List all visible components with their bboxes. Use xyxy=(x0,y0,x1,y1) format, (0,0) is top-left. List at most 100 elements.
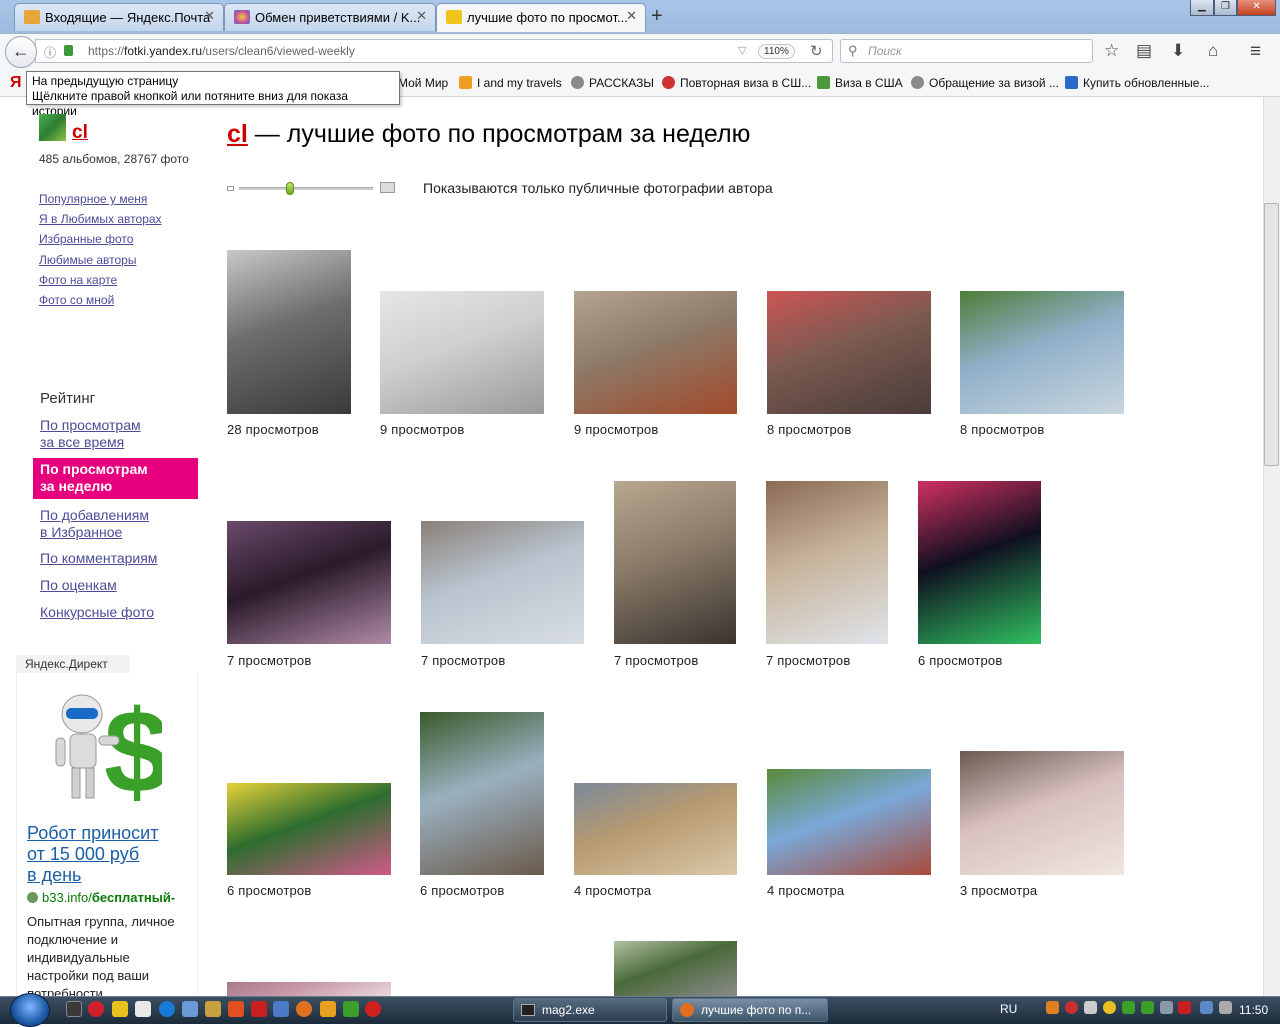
zoom-indicator[interactable]: 110% xyxy=(758,44,795,59)
photo-thumbnail[interactable] xyxy=(227,250,351,414)
printer-icon[interactable] xyxy=(1084,1001,1097,1014)
yandex-icon[interactable]: Я xyxy=(10,74,22,92)
scrollbar-thumb[interactable] xyxy=(1264,203,1279,466)
photo-thumbnail[interactable] xyxy=(420,712,544,875)
bookmark-item[interactable]: Купить обновленные... xyxy=(1065,76,1209,90)
link-map[interactable]: Фото на карте xyxy=(39,273,117,287)
bookmark-item[interactable]: Мой Мир xyxy=(398,76,448,90)
downloads-icon[interactable]: ⬇ xyxy=(1171,41,1185,61)
ad-domain[interactable]: b33.info/бесплатный- xyxy=(27,890,197,905)
tab-label: лучшие фото по просмот... xyxy=(467,10,628,25)
photo-thumbnail[interactable] xyxy=(227,783,391,875)
photo-thumbnail[interactable] xyxy=(960,751,1124,875)
close-tab-icon[interactable]: ✕ xyxy=(416,8,427,24)
photo-thumbnail[interactable] xyxy=(918,481,1041,644)
pdf-reader-icon[interactable] xyxy=(251,1001,267,1017)
dropdown-arrow-icon[interactable]: ▽ xyxy=(738,44,746,57)
minimize-button[interactable]: ▁ xyxy=(1190,0,1214,16)
bookmark-item[interactable]: Обращение за визой ... xyxy=(911,76,1059,90)
photo-thumbnail[interactable] xyxy=(614,481,736,644)
tray-icon[interactable] xyxy=(1103,1001,1116,1014)
back-button[interactable]: ← xyxy=(5,36,37,68)
yandex-browser-icon[interactable] xyxy=(365,1001,381,1017)
explorer-icon[interactable] xyxy=(182,1001,198,1017)
slider-track[interactable] xyxy=(239,187,373,190)
tray-icon[interactable] xyxy=(1219,1001,1232,1014)
photo-thumbnail[interactable] xyxy=(614,941,737,996)
photo-thumbnail[interactable] xyxy=(767,769,931,875)
close-tab-icon[interactable]: ✕ xyxy=(204,8,215,24)
bookmark-item[interactable]: I and my travels xyxy=(459,76,562,90)
photo-thumbnail[interactable] xyxy=(767,291,931,414)
rating-comments[interactable]: По комментариям xyxy=(40,550,157,567)
photo-thumbnail[interactable] xyxy=(960,291,1124,414)
link-favorite-authors[interactable]: Любимые авторы xyxy=(39,253,136,267)
torrent-tray-icon[interactable] xyxy=(1122,1001,1135,1014)
media-icon[interactable] xyxy=(228,1001,244,1017)
bookmark-item[interactable]: Виза в США xyxy=(817,76,903,90)
rating-contest[interactable]: Конкурсные фото xyxy=(40,604,154,621)
menu-icon[interactable]: ≡ xyxy=(1250,41,1261,63)
info-icon[interactable]: ⓘ xyxy=(44,44,56,61)
start-button[interactable] xyxy=(10,993,50,1027)
photo-thumbnail[interactable] xyxy=(227,982,391,996)
link-favorite-photos[interactable]: Избранные фото xyxy=(39,232,133,246)
tab-mail[interactable]: Входящие — Яндекс.Почта ✕ xyxy=(14,3,224,31)
home-icon[interactable]: ⌂ xyxy=(1208,41,1218,61)
rating-favorites[interactable]: По добавлениям в Избранное xyxy=(40,507,149,541)
title-user-link[interactable]: cl xyxy=(227,120,248,148)
tray-icon[interactable] xyxy=(1046,1001,1059,1014)
network-icon[interactable] xyxy=(1178,1001,1191,1014)
tray-icon[interactable] xyxy=(1141,1001,1154,1014)
display-icon[interactable] xyxy=(1200,1001,1213,1014)
torrent-icon[interactable] xyxy=(343,1001,359,1017)
photo-thumbnail[interactable] xyxy=(574,783,737,875)
photo-thumbnail[interactable] xyxy=(380,291,544,414)
tab-fotki[interactable]: лучшие фото по просмот... ✕ xyxy=(436,3,646,32)
tab-greetings[interactable]: Обмен приветствиями / K... ✕ xyxy=(224,3,436,31)
url-bar[interactable]: ⓘ https://fotki.yandex.ru/users/clean6/v… xyxy=(35,39,833,63)
tray-icon[interactable] xyxy=(1065,1001,1078,1014)
reload-icon[interactable]: ↻ xyxy=(810,42,823,60)
reading-list-icon[interactable]: ▤ xyxy=(1136,41,1152,61)
pdf-icon[interactable] xyxy=(112,1001,128,1017)
bookmark-item[interactable]: Повторная виза в СШ... xyxy=(662,76,811,90)
url-text[interactable]: https://fotki.yandex.ru/users/clean6/vie… xyxy=(88,44,355,58)
close-window-button[interactable]: ✕ xyxy=(1237,0,1276,16)
chat-icon[interactable] xyxy=(273,1001,289,1017)
taskbar-item-firefox[interactable]: лучшие фото по п... xyxy=(672,998,828,1022)
app-icon[interactable] xyxy=(135,1001,151,1017)
thumbnail-size-slider[interactable] xyxy=(227,180,395,196)
user-name-link[interactable]: cl xyxy=(72,122,88,144)
link-in-favorites[interactable]: Я в Любимых авторах xyxy=(39,212,162,226)
language-indicator[interactable]: RU xyxy=(1000,1002,1017,1016)
photo-thumbnail[interactable] xyxy=(766,481,888,644)
clock[interactable]: 11:50 xyxy=(1239,1003,1268,1017)
rating-all-time[interactable]: По просмотрам за все время xyxy=(40,417,141,451)
photo-thumbnail[interactable] xyxy=(574,291,737,414)
slider-knob[interactable] xyxy=(285,182,294,195)
search-bar[interactable]: ⚲ Поиск xyxy=(840,39,1093,63)
avatar[interactable] xyxy=(39,114,66,141)
photo-thumbnail[interactable] xyxy=(421,521,584,644)
bookmark-item[interactable]: РАССКАЗЫ xyxy=(571,76,654,90)
maximize-button[interactable]: ❐ xyxy=(1213,0,1238,16)
jpg-icon[interactable] xyxy=(205,1001,221,1017)
volume-icon[interactable] xyxy=(1160,1001,1173,1014)
close-tab-icon[interactable]: ✕ xyxy=(626,8,637,24)
rating-scores[interactable]: По оценкам xyxy=(40,577,117,594)
cmd-icon[interactable] xyxy=(66,1001,82,1017)
ad-title-link[interactable]: Робот приносит от 15 000 руб в день xyxy=(27,823,158,886)
robot-dollar-image[interactable]: $ xyxy=(52,690,162,806)
taskbar-item-mag2[interactable]: mag2.exe xyxy=(513,998,667,1022)
firefox-icon[interactable] xyxy=(296,1001,312,1017)
photo-thumbnail[interactable] xyxy=(227,521,391,644)
opera-icon[interactable] xyxy=(88,1001,104,1017)
new-tab-button[interactable]: + xyxy=(651,5,663,28)
bookmark-star-icon[interactable]: ☆ xyxy=(1104,41,1119,61)
ie-icon[interactable] xyxy=(159,1001,175,1017)
user-stats: 485 альбомов, 28767 фото xyxy=(39,152,189,166)
avast-icon[interactable] xyxy=(320,1001,336,1017)
link-popular[interactable]: Популярное у меня xyxy=(39,192,147,206)
link-with-me[interactable]: Фото со мной xyxy=(39,293,114,307)
